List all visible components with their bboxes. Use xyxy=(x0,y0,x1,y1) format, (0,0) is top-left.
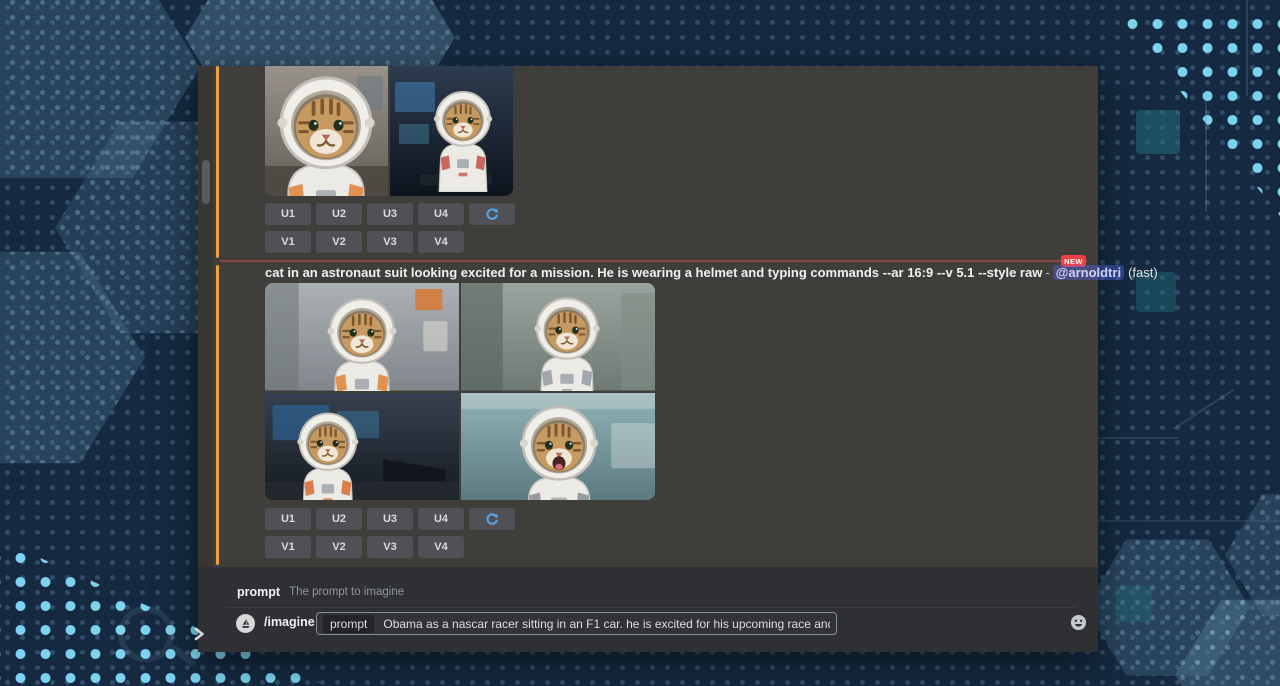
left-edge-strip xyxy=(198,66,213,652)
speed-mode-text: (fast) xyxy=(1128,265,1158,280)
teal-square xyxy=(1116,586,1152,622)
upscale-button-u1[interactable]: U1 xyxy=(265,203,311,225)
reroll-icon xyxy=(485,512,499,526)
variation-button-v3[interactable]: V3 xyxy=(367,536,413,558)
sailboat-icon xyxy=(239,617,252,630)
upscale-button-u3[interactable]: U3 xyxy=(367,508,413,530)
upscale-button-u1[interactable]: U1 xyxy=(265,508,311,530)
message-input-row: /imagine prompt Obama as a nascar racer … xyxy=(198,611,1098,639)
autocomplete-option-description: The prompt to imagine xyxy=(289,586,404,598)
generated-image-cell[interactable] xyxy=(390,66,513,196)
variation-button-v1[interactable]: V1 xyxy=(265,231,311,253)
expand-chevron-icon[interactable] xyxy=(193,626,206,642)
reroll-button[interactable] xyxy=(469,508,515,530)
option-label-chip: prompt xyxy=(323,615,374,633)
reroll-button[interactable] xyxy=(469,203,515,225)
generated-image-cell[interactable] xyxy=(265,283,459,391)
variation-button-v2[interactable]: V2 xyxy=(316,536,362,558)
mention-accent-line xyxy=(216,265,219,565)
page: U1 U2 U3 U4 V1 V2 V3 V4 NEW cat in an as… xyxy=(0,0,1280,686)
variation-button-v4[interactable]: V4 xyxy=(418,536,464,558)
magnifier-outline xyxy=(118,606,174,662)
bot-avatar xyxy=(236,614,255,633)
message-prompt-line: cat in an astronaut suit looking excited… xyxy=(265,265,1095,281)
teal-square xyxy=(1136,110,1180,154)
panel-divider xyxy=(226,607,1076,608)
generated-image-cell[interactable] xyxy=(461,393,655,501)
variation-button-v3[interactable]: V3 xyxy=(367,231,413,253)
command-input-panel: prompt The prompt to imagine /imagine pr… xyxy=(198,567,1098,652)
upscale-button-u2[interactable]: U2 xyxy=(316,508,362,530)
variation-button-v1[interactable]: V1 xyxy=(265,536,311,558)
prompt-input-value[interactable]: Obama as a nascar racer sitting in an F1… xyxy=(383,617,830,631)
prompt-option-input[interactable]: prompt Obama as a nascar racer sitting i… xyxy=(316,612,837,635)
generated-image-cell[interactable] xyxy=(461,283,655,391)
upscale-button-u2[interactable]: U2 xyxy=(316,203,362,225)
image-grid-previous[interactable] xyxy=(265,66,513,196)
upscale-button-u3[interactable]: U3 xyxy=(367,203,413,225)
circuit-line xyxy=(1205,92,1207,212)
prompt-text: cat in an astronaut suit looking excited… xyxy=(265,265,1042,280)
discord-window: U1 U2 U3 U4 V1 V2 V3 V4 NEW cat in an as… xyxy=(198,66,1098,652)
user-mention[interactable]: @arnoldtri xyxy=(1053,265,1124,280)
circuit-line xyxy=(1090,437,1178,439)
generated-image-cell[interactable] xyxy=(265,66,388,196)
circuit-line xyxy=(1246,0,1248,96)
generated-image-cell[interactable] xyxy=(265,393,459,501)
reroll-icon xyxy=(485,207,499,221)
emoji-picker-button[interactable] xyxy=(1070,614,1087,631)
autocomplete-suggestion[interactable]: prompt The prompt to imagine xyxy=(237,584,404,600)
autocomplete-option-name: prompt xyxy=(237,585,280,599)
slash-command-text: /imagine xyxy=(264,615,315,629)
mention-accent-line xyxy=(216,66,219,258)
variation-button-v2[interactable]: V2 xyxy=(316,231,362,253)
left-scrollbar-thumb[interactable] xyxy=(202,160,210,204)
upscale-button-u4[interactable]: U4 xyxy=(418,508,464,530)
upscale-button-u4[interactable]: U4 xyxy=(418,203,464,225)
smiley-icon xyxy=(1070,614,1087,631)
separator-text: - xyxy=(1045,265,1049,280)
circuit-line xyxy=(1095,520,1280,522)
image-grid-current[interactable] xyxy=(265,283,655,500)
unread-divider-line xyxy=(220,260,1087,262)
variation-button-v4[interactable]: V4 xyxy=(418,231,464,253)
